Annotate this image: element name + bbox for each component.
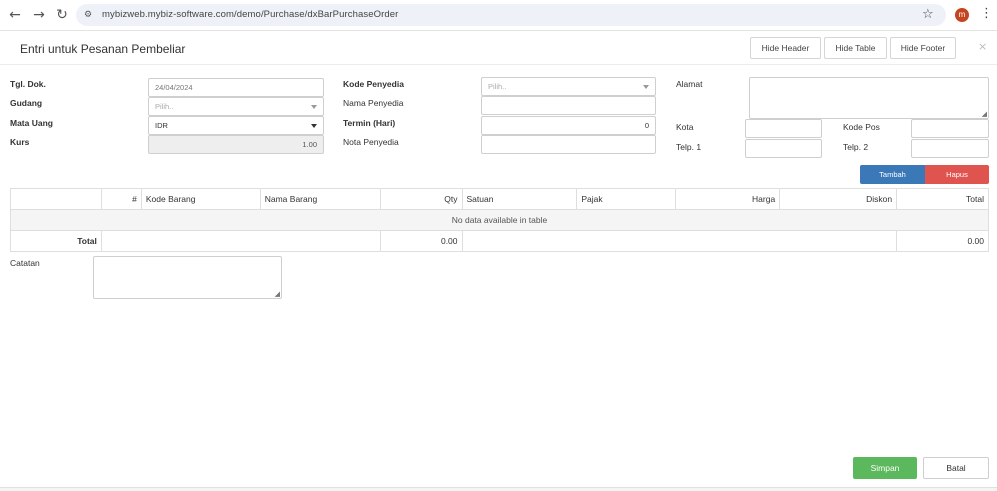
- mata-uang-label: Mata Uang: [10, 118, 53, 128]
- browser-toolbar: ← → ↻ ⚙ mybizweb.mybiz-software.com/demo…: [0, 0, 997, 30]
- table-empty-row: No data available in table: [10, 209, 989, 231]
- column-header-diskon[interactable]: Diskon: [779, 188, 898, 210]
- column-header-kode-barang[interactable]: Kode Barang: [140, 188, 261, 210]
- termin-input[interactable]: 0: [481, 116, 656, 135]
- telp2-input[interactable]: [911, 139, 989, 158]
- kode-penyedia-label: Kode Penyedia: [343, 79, 404, 89]
- kode-penyedia-placeholder: Pilih..: [488, 82, 507, 91]
- nama-penyedia-input[interactable]: [481, 96, 656, 115]
- chevron-down-icon: [311, 124, 317, 128]
- hide-footer-button[interactable]: Hide Footer: [890, 37, 956, 59]
- bookmark-star-icon[interactable]: ☆: [922, 7, 934, 22]
- column-header-qty[interactable]: Qty: [379, 188, 463, 210]
- profile-avatar[interactable]: m: [955, 8, 969, 22]
- gudang-label: Gudang: [10, 98, 43, 108]
- footer-cell: [100, 230, 381, 252]
- url-text[interactable]: mybizweb.mybiz-software.com/demo/Purchas…: [102, 9, 398, 20]
- column-header-satuan[interactable]: Satuan: [461, 188, 578, 210]
- batal-button[interactable]: Batal: [923, 457, 989, 479]
- table-footer-row: Total 0.00 0.00: [10, 230, 989, 252]
- tgl-dok-input[interactable]: 24/04/2024: [148, 78, 324, 97]
- items-table: # Kode Barang Nama Barang Qty Satuan Paj…: [10, 188, 989, 252]
- resize-grip-icon[interactable]: ◢: [982, 110, 987, 118]
- divider: [0, 30, 997, 31]
- column-header-select[interactable]: [10, 188, 102, 210]
- column-header-harga[interactable]: Harga: [675, 188, 781, 210]
- mata-uang-value: IDR: [155, 121, 168, 130]
- chevron-down-icon: [311, 105, 317, 109]
- telp1-label: Telp. 1: [676, 142, 702, 152]
- back-icon[interactable]: ←: [6, 6, 24, 24]
- tambah-button[interactable]: Tambah: [860, 165, 925, 184]
- resize-grip-icon[interactable]: ◢: [275, 290, 280, 298]
- tgl-dok-label: Tgl. Dok.: [10, 79, 46, 89]
- kode-pos-label: Kode Pos: [843, 122, 880, 132]
- nama-penyedia-label: Nama Penyedia: [343, 98, 404, 108]
- divider: [0, 64, 997, 65]
- gudang-placeholder: Pilih..: [155, 102, 174, 111]
- alamat-textarea[interactable]: ◢: [749, 77, 989, 119]
- telp2-label: Telp. 2: [843, 142, 869, 152]
- simpan-button[interactable]: Simpan: [853, 457, 917, 479]
- kurs-label: Kurs: [10, 137, 30, 147]
- alamat-label: Alamat: [676, 79, 703, 89]
- empty-table-message: No data available in table: [10, 209, 989, 231]
- kota-input[interactable]: [745, 119, 822, 138]
- footer-qty-total: 0.00: [379, 230, 463, 252]
- termin-label: Termin (Hari): [343, 118, 396, 128]
- close-icon[interactable]: ×: [978, 40, 987, 53]
- kota-label: Kota: [676, 122, 694, 132]
- divider: [0, 487, 997, 491]
- gudang-select[interactable]: Pilih..: [148, 97, 324, 116]
- nota-penyedia-label: Nota Penyedia: [343, 137, 399, 147]
- nota-penyedia-input[interactable]: [481, 135, 656, 154]
- browser-menu-icon[interactable]: ⋮: [980, 6, 993, 21]
- site-info-icon[interactable]: ⚙: [84, 9, 96, 21]
- column-header-nama-barang[interactable]: Nama Barang: [259, 188, 381, 210]
- table-header-row: # Kode Barang Nama Barang Qty Satuan Paj…: [10, 188, 989, 210]
- kurs-input: 1.00: [148, 135, 324, 154]
- telp1-input[interactable]: [745, 139, 822, 158]
- column-header-pajak[interactable]: Pajak: [576, 188, 677, 210]
- catatan-textarea[interactable]: ◢: [93, 256, 282, 299]
- catatan-label: Catatan: [10, 258, 40, 268]
- hapus-button[interactable]: Hapus: [925, 165, 989, 184]
- footer-cell: [461, 230, 898, 252]
- hide-table-button[interactable]: Hide Table: [824, 37, 887, 59]
- modal-title: Entri untuk Pesanan Pembeliar: [20, 42, 186, 56]
- mata-uang-select[interactable]: IDR: [148, 116, 324, 135]
- footer-total-label: Total: [10, 230, 102, 252]
- hide-header-button[interactable]: Hide Header: [750, 37, 821, 59]
- footer-grand-total: 0.00: [896, 230, 989, 252]
- kode-pos-input[interactable]: [911, 119, 989, 138]
- kode-penyedia-select[interactable]: Pilih..: [481, 77, 656, 96]
- forward-icon[interactable]: →: [30, 6, 48, 24]
- column-header-total[interactable]: Total: [896, 188, 989, 210]
- reload-icon[interactable]: ↻: [53, 6, 71, 24]
- chevron-down-icon: [643, 85, 649, 89]
- column-header-number[interactable]: #: [100, 188, 142, 210]
